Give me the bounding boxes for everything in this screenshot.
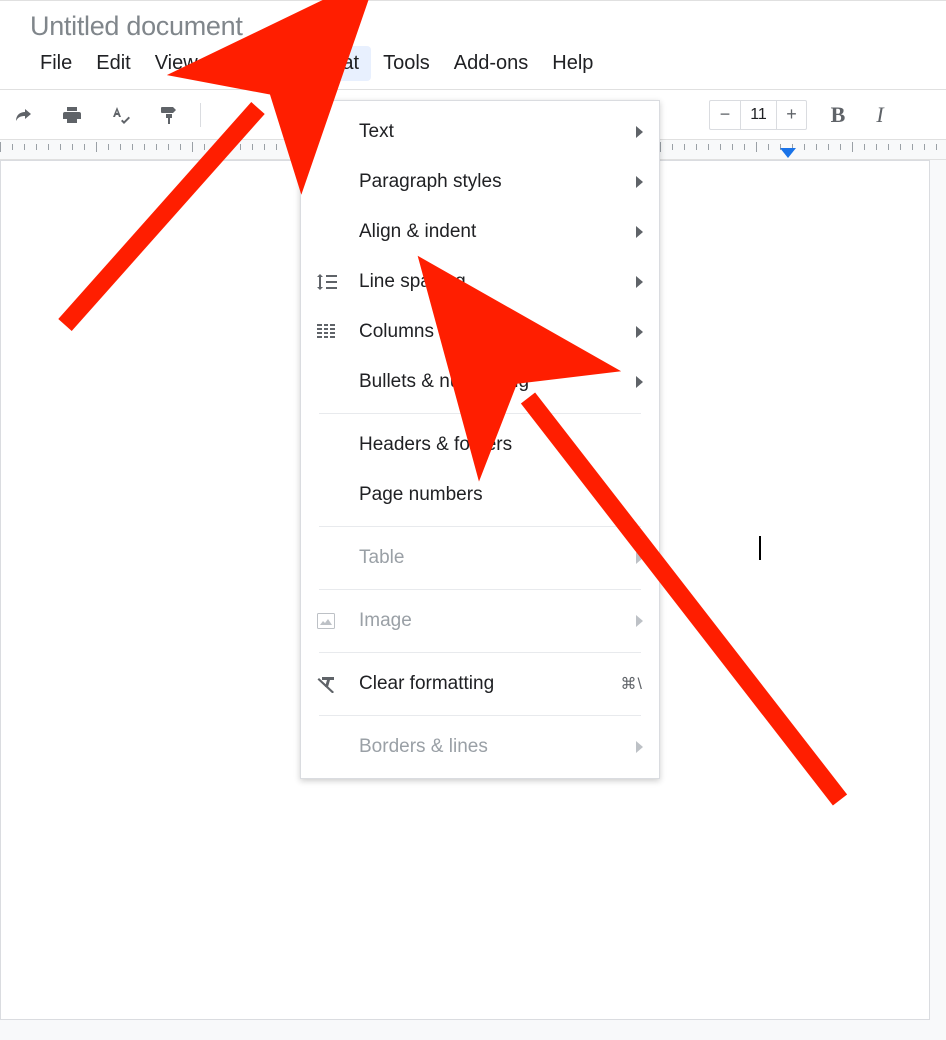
menu-addons[interactable]: Add-ons <box>442 46 541 81</box>
bold-button[interactable]: B <box>823 102 853 128</box>
menu-label: Table <box>359 547 628 569</box>
menu-label: Columns <box>359 321 628 343</box>
menu-label: Align & indent <box>359 221 628 243</box>
menu-label: Headers & footers <box>359 434 643 456</box>
font-size-increase-button[interactable]: + <box>776 101 806 129</box>
menu-separator <box>319 652 641 653</box>
menu-label: Text <box>359 121 628 143</box>
italic-button[interactable]: I <box>865 102 895 128</box>
menu-label: Bullets & numbering <box>359 371 628 393</box>
paint-format-button[interactable] <box>150 97 186 133</box>
menu-label: Paragraph styles <box>359 171 628 193</box>
chevron-right-icon <box>636 326 643 338</box>
line-spacing-icon <box>317 270 347 294</box>
columns-icon <box>317 320 347 344</box>
format-borders-lines: Borders & lines <box>301 722 659 772</box>
font-size-group: − 11 + <box>709 100 807 130</box>
menu-tools[interactable]: Tools <box>371 46 442 81</box>
menu-separator <box>319 413 641 414</box>
chevron-right-icon <box>636 276 643 288</box>
image-icon <box>317 609 347 633</box>
chevron-right-icon <box>636 226 643 238</box>
format-image: Image <box>301 596 659 646</box>
format-paragraph-styles[interactable]: Paragraph styles <box>301 157 659 207</box>
format-columns[interactable]: Columns <box>301 307 659 357</box>
menu-separator <box>319 715 641 716</box>
chevron-right-icon <box>636 615 643 627</box>
menu-separator <box>319 589 641 590</box>
chevron-right-icon <box>636 376 643 388</box>
ruler-ticks-right <box>660 140 946 159</box>
menu-label: Borders & lines <box>359 736 628 758</box>
ruler-indent-marker[interactable] <box>780 148 796 158</box>
menu-help[interactable]: Help <box>540 46 605 81</box>
blank-icon <box>317 546 347 570</box>
blank-icon <box>317 170 347 194</box>
menu-label: Line spacing <box>359 271 628 293</box>
text-cursor <box>759 536 761 560</box>
font-size-decrease-button[interactable]: − <box>710 101 740 129</box>
chevron-right-icon <box>636 176 643 188</box>
menu-edit[interactable]: Edit <box>84 46 142 81</box>
print-button[interactable] <box>54 97 90 133</box>
spellcheck-button[interactable] <box>102 97 138 133</box>
font-size-value[interactable]: 11 <box>740 101 776 129</box>
redo-button[interactable] <box>6 97 42 133</box>
menu-view[interactable]: View <box>143 46 210 81</box>
menu-file[interactable]: File <box>28 46 84 81</box>
blank-icon <box>317 370 347 394</box>
blank-icon <box>317 483 347 507</box>
blank-icon <box>317 120 347 144</box>
format-bullets-numbering[interactable]: Bullets & numbering <box>301 357 659 407</box>
menu-label: Clear formatting <box>359 673 621 695</box>
format-text[interactable]: Text <box>301 107 659 157</box>
format-table: Table <box>301 533 659 583</box>
menu-shortcut: ⌘\ <box>621 674 643 694</box>
chevron-right-icon <box>636 741 643 753</box>
toolbar-separator <box>200 103 201 127</box>
menu-bar: File Edit View Insert Format Tools Add-o… <box>0 44 946 90</box>
document-title[interactable]: Untitled document <box>30 11 243 41</box>
menu-label: Image <box>359 610 628 632</box>
menu-label: Page numbers <box>359 484 643 506</box>
format-line-spacing[interactable]: Line spacing <box>301 257 659 307</box>
ruler-ticks-left <box>0 140 300 159</box>
menu-insert[interactable]: Insert <box>210 46 284 81</box>
clear-formatting-icon <box>317 672 347 696</box>
chevron-right-icon <box>636 552 643 564</box>
chevron-right-icon <box>636 126 643 138</box>
format-menu-dropdown: Text Paragraph styles Align & indent Lin… <box>300 100 660 779</box>
format-page-numbers[interactable]: Page numbers <box>301 470 659 520</box>
menu-separator <box>319 526 641 527</box>
blank-icon <box>317 433 347 457</box>
blank-icon <box>317 735 347 759</box>
blank-icon <box>317 220 347 244</box>
menu-format[interactable]: Format <box>284 46 371 81</box>
format-clear-formatting[interactable]: Clear formatting ⌘\ <box>301 659 659 709</box>
format-align-indent[interactable]: Align & indent <box>301 207 659 257</box>
format-headers-footers[interactable]: Headers & footers <box>301 420 659 470</box>
